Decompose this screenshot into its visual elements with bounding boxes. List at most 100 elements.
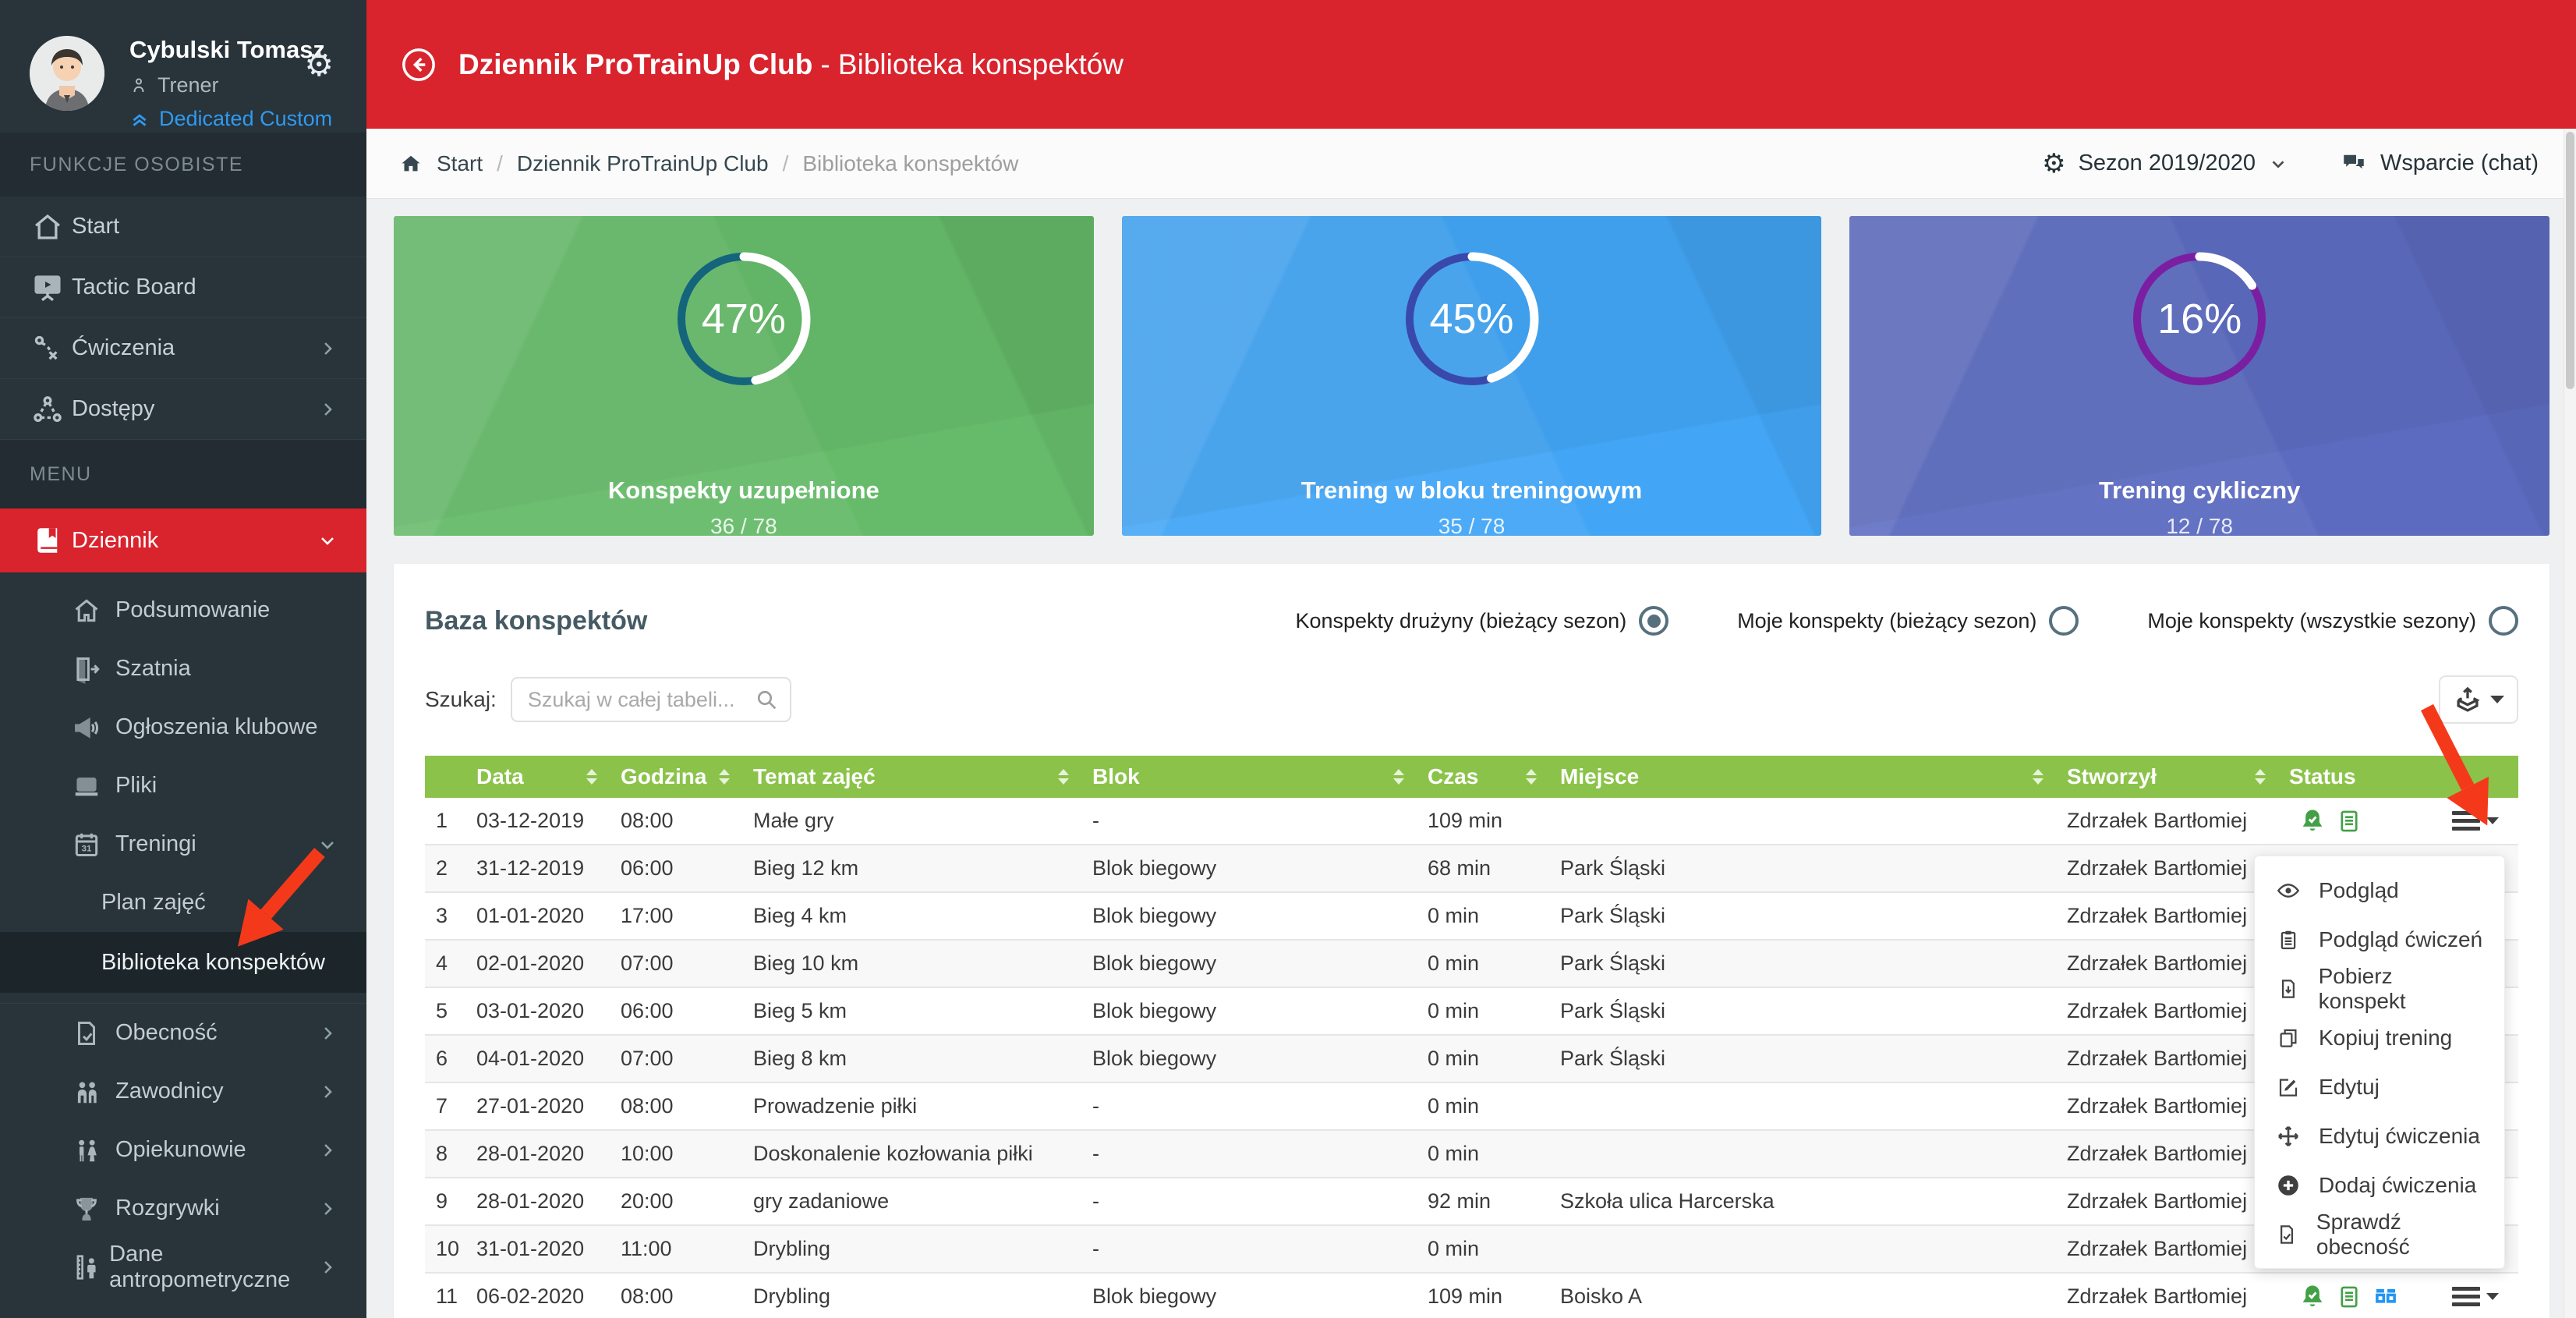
sort-icon[interactable] — [2033, 769, 2043, 785]
search-input[interactable] — [511, 677, 791, 722]
cell-data: 31-01-2020 — [472, 1237, 616, 1261]
strategy-icon — [31, 332, 72, 365]
table-row[interactable]: 1 03-12-2019 08:00 Małe gry - 109 min Zd… — [425, 798, 2518, 845]
sidebar-item-szatnia[interactable]: Szatnia — [0, 640, 366, 698]
menu-item-edytuj[interactable]: Edytuj — [2255, 1062, 2504, 1111]
sidebar-item-treningi[interactable]: 31 Treningi — [0, 815, 366, 873]
cell-temat: Prowadzenie piłki — [748, 1094, 1088, 1118]
cell-miejsce: Park Śląski — [1555, 999, 2062, 1023]
sidebar-item-dziennik[interactable]: Dziennik — [0, 508, 366, 572]
back-icon[interactable] — [399, 45, 438, 84]
bell-check-icon[interactable] — [2298, 1283, 2327, 1311]
sort-icon[interactable] — [1058, 769, 1069, 785]
sidebar-item-tactic-board[interactable]: Tactic Board — [0, 257, 366, 318]
sidebar-item-cwiczenia[interactable]: Ćwiczenia — [0, 318, 366, 379]
support-chat-button[interactable]: Wsparcie (chat) — [2340, 150, 2539, 178]
menu-item-dodaj-cwiczenia[interactable]: Dodaj ćwiczenia — [2255, 1160, 2504, 1210]
stat-card-trening-cykliczny: 16% Trening cykliczny 12 / 78 — [1849, 216, 2549, 536]
cell-temat: Bieg 10 km — [748, 951, 1088, 976]
table-row[interactable]: 2 31-12-2019 06:00 Bieg 12 km Blok biego… — [425, 845, 2518, 893]
sidebar-item-zawodnicy[interactable]: Zawodnicy — [0, 1062, 366, 1121]
season-selector[interactable]: ⚙ Sezon 2019/2020 — [2042, 151, 2288, 177]
sidebar-item-pliki[interactable]: Pliki — [0, 756, 366, 815]
cell-godzina: 08:00 — [616, 1284, 748, 1309]
sidebar-item-dane-antropometryczne[interactable]: Dane antropometryczne — [0, 1238, 366, 1296]
table-row[interactable]: 11 06-02-2020 08:00 Drybling Blok biegow… — [425, 1274, 2518, 1318]
sidebar-item-opiekunowie[interactable]: Opiekunowie — [0, 1121, 366, 1179]
scrollbar-thumb[interactable] — [2566, 132, 2574, 389]
stat-label: Konspekty uzupełnione — [608, 477, 879, 505]
sort-icon[interactable] — [1526, 769, 1537, 785]
cell-miejsce: Park Śląski — [1555, 951, 2062, 976]
table-row[interactable]: 10 31-01-2020 11:00 Drybling - 0 min Zdr… — [425, 1226, 2518, 1274]
sidebar-item-rozgrywki[interactable]: Rozgrywki — [0, 1179, 366, 1238]
filter-radio[interactable]: Moje konspekty (bieżący sezon) — [1737, 606, 2079, 636]
column-header[interactable]: Blok — [1088, 756, 1423, 798]
column-header[interactable]: Data — [472, 756, 616, 798]
menu-item-edytuj-cwiczenia[interactable]: Edytuj ćwiczenia — [2255, 1111, 2504, 1160]
document-icon[interactable] — [2336, 808, 2362, 834]
table-row[interactable]: 8 28-01-2020 10:00 Doskonalenie kozłowan… — [425, 1131, 2518, 1178]
column-header[interactable]: Stworzył — [2062, 756, 2284, 798]
home-icon[interactable] — [399, 152, 423, 175]
table-row[interactable]: 7 27-01-2020 08:00 Prowadzenie piłki - 0… — [425, 1083, 2518, 1131]
menu-item-podglad-cwiczen[interactable]: Podgląd ćwiczeń — [2255, 915, 2504, 964]
trophy-icon — [72, 1194, 115, 1224]
column-header[interactable]: Godzina — [616, 756, 748, 798]
export-button[interactable] — [2439, 675, 2518, 724]
cell-index: 1 — [425, 809, 472, 833]
cell-blok: - — [1088, 1094, 1423, 1118]
user-plan[interactable]: Dedicated Custom — [129, 107, 366, 131]
table-row[interactable]: 6 04-01-2020 07:00 Bieg 8 km Blok biegow… — [425, 1036, 2518, 1083]
cell-index: 8 — [425, 1142, 472, 1166]
filter-radio[interactable]: Konspekty drużyny (bieżący sezon) — [1295, 606, 1668, 636]
stat-percent: 47% — [674, 249, 814, 389]
sidebar-item-obecnosc[interactable]: Obecność — [0, 1004, 366, 1062]
menu-item-pobierz-konspekt[interactable]: Pobierz konspekt — [2255, 964, 2504, 1013]
avatar[interactable] — [30, 36, 104, 111]
sidebar-item-podsumowanie[interactable]: Podsumowanie — [0, 581, 366, 640]
sidebar-item-plan-zajec[interactable]: Plan zajęć — [0, 873, 366, 932]
sidebar-item-start[interactable]: Start — [0, 197, 366, 257]
table-row[interactable]: 9 28-01-2020 20:00 gry zadaniowe - 92 mi… — [425, 1178, 2518, 1226]
column-header[interactable]: Czas — [1423, 756, 1555, 798]
breadcrumb-dziennik[interactable]: Dziennik ProTrainUp Club — [517, 151, 769, 176]
bell-check-icon[interactable] — [2298, 807, 2327, 835]
row-actions-menu-button[interactable] — [2452, 811, 2499, 831]
scrollbar[interactable] — [2564, 129, 2576, 1318]
column-header[interactable]: Temat zajęć — [748, 756, 1088, 798]
cell-stworzyl: Zdrzałek Bartłomiej — [2062, 856, 2284, 880]
home-icon — [72, 596, 115, 625]
files-drive-icon — [72, 771, 115, 801]
row-actions-menu-button[interactable] — [2452, 1287, 2499, 1306]
sidebar-item-ogloszenia[interactable]: Ogłoszenia klubowe — [0, 698, 366, 756]
table-row[interactable]: 3 01-01-2020 17:00 Bieg 4 km Blok biegow… — [425, 893, 2518, 941]
breadcrumb-start[interactable]: Start — [437, 151, 483, 176]
cell-stworzyl: Zdrzałek Bartłomiej — [2062, 999, 2284, 1023]
cell-godzina: 08:00 — [616, 1094, 748, 1118]
column-header[interactable]: Status — [2284, 756, 2518, 798]
cell-godzina: 07:00 — [616, 1047, 748, 1071]
sort-icon[interactable] — [719, 769, 730, 785]
table-row[interactable]: 5 03-01-2020 06:00 Bieg 5 km Blok biegow… — [425, 988, 2518, 1036]
sidebar-item-biblioteka-konspektow[interactable]: Biblioteka konspektów — [0, 932, 366, 993]
sort-icon[interactable] — [2255, 769, 2266, 785]
menu-item-podglad[interactable]: Podgląd — [2255, 866, 2504, 915]
sort-icon[interactable] — [1393, 769, 1404, 785]
column-header[interactable]: Miejsce — [1555, 756, 2062, 798]
filter-radio[interactable]: Moje konspekty (wszystkie sezony) — [2147, 606, 2518, 636]
menu-item-kopiuj-trening[interactable]: Kopiuj trening — [2255, 1013, 2504, 1062]
sort-icon[interactable] — [586, 769, 597, 785]
menu-item-sprawdz-obecnosc[interactable]: Sprawdź obecność — [2255, 1210, 2504, 1259]
document-icon[interactable] — [2336, 1284, 2362, 1310]
cell-temat: Bieg 5 km — [748, 999, 1088, 1023]
cell-index: 4 — [425, 951, 472, 976]
column-header[interactable] — [425, 756, 472, 798]
caret-down-icon — [2486, 817, 2499, 824]
divider — [0, 993, 366, 1004]
training-blocks-icon[interactable] — [2372, 1283, 2400, 1311]
settings-gear-icon[interactable]: ⚙ — [304, 48, 334, 81]
sidebar-item-dostepy[interactable]: Dostępy — [0, 379, 366, 440]
table-row[interactable]: 4 02-01-2020 07:00 Bieg 10 km Blok biego… — [425, 941, 2518, 988]
cell-temat: Drybling — [748, 1237, 1088, 1261]
